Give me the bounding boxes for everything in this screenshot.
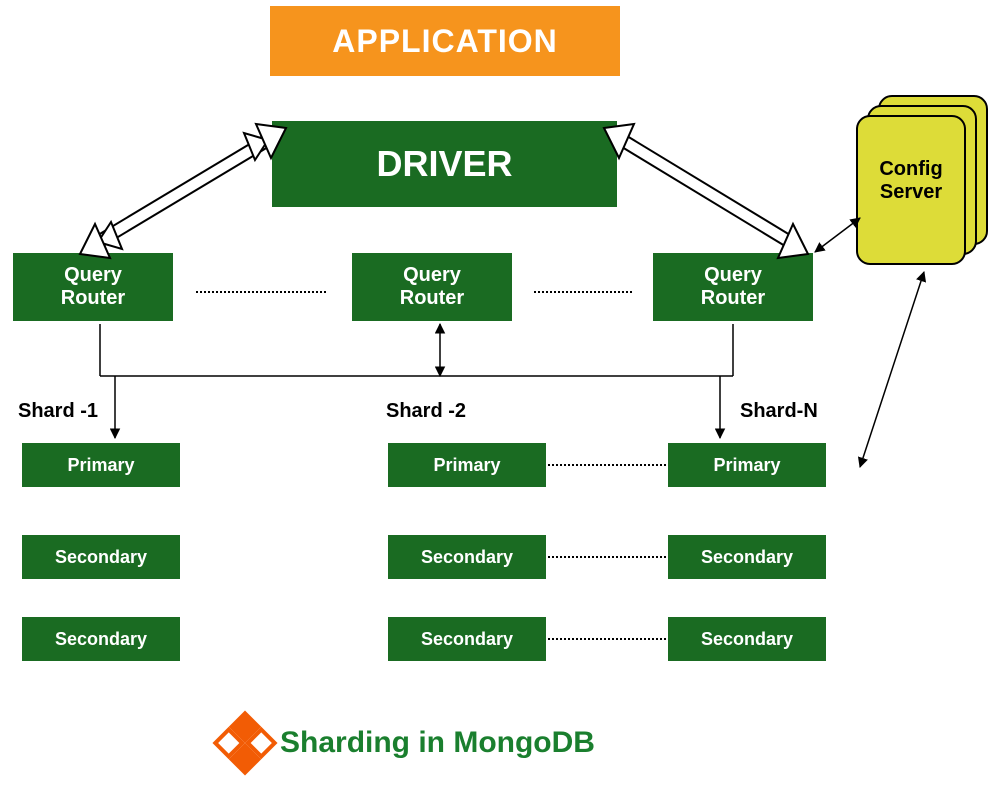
shard-n-secondary-1: Secondary xyxy=(668,535,826,579)
caption-row: Sharding in MongoDB xyxy=(222,720,595,766)
shard-1-secondary-2: Secondary xyxy=(22,617,180,661)
arrow-qr3-config xyxy=(815,218,860,252)
shard-n-primary-label: Primary xyxy=(713,455,780,476)
shard-n-secondary-2-label: Secondary xyxy=(701,629,793,650)
double-arrow-right-icon xyxy=(604,124,808,258)
shard-1-primary: Primary xyxy=(22,443,180,487)
query-router-2-label: Query Router xyxy=(400,264,464,310)
shard-2-secondary-2-label: Secondary xyxy=(421,629,513,650)
connector-overlay xyxy=(0,0,1000,798)
shard-n-secondary-1-label: Secondary xyxy=(701,547,793,568)
application-box: APPLICATION xyxy=(270,6,620,76)
shard-2-primary-label: Primary xyxy=(433,455,500,476)
dotted-primary-2-n xyxy=(548,464,666,466)
dotted-secondary2-2-n xyxy=(548,638,666,640)
query-router-1: Query Router xyxy=(13,253,173,321)
shard-2-label: Shard -2 xyxy=(386,400,466,423)
arrow-shardn-config xyxy=(860,272,924,467)
shard-n-secondary-2: Secondary xyxy=(668,617,826,661)
query-router-3: Query Router xyxy=(653,253,813,321)
caption-text: Sharding in MongoDB xyxy=(280,726,595,760)
dotted-secondary1-2-n xyxy=(548,556,666,558)
shard-1-primary-label: Primary xyxy=(67,455,134,476)
shard-n-label: Shard-N xyxy=(740,400,818,423)
shard-2-secondary-1-label: Secondary xyxy=(421,547,513,568)
geeksforgeeks-logo-icon xyxy=(212,710,277,775)
config-server-line1: Config xyxy=(879,158,942,180)
shard-2-secondary-1: Secondary xyxy=(388,535,546,579)
driver-box: DRIVER xyxy=(272,121,617,207)
shard-n-primary: Primary xyxy=(668,443,826,487)
query-router-2: Query Router xyxy=(352,253,512,321)
application-label: APPLICATION xyxy=(332,23,558,60)
double-arrow-left-icon xyxy=(80,124,286,258)
config-server-line2: Server xyxy=(880,181,942,203)
dotted-qr-2-3 xyxy=(534,291,632,293)
query-router-1-label: Query Router xyxy=(61,264,125,310)
query-router-3-label: Query Router xyxy=(701,264,765,310)
dotted-qr-1-2 xyxy=(196,291,326,293)
shard-1-label: Shard -1 xyxy=(18,400,98,423)
shard-1-secondary-2-label: Secondary xyxy=(55,629,147,650)
shard-2-primary: Primary xyxy=(388,443,546,487)
driver-label: DRIVER xyxy=(376,143,512,185)
shard-1-secondary-1: Secondary xyxy=(22,535,180,579)
shard-2-secondary-2: Secondary xyxy=(388,617,546,661)
config-server-label: Config Server xyxy=(856,158,966,204)
shard-1-secondary-1-label: Secondary xyxy=(55,547,147,568)
